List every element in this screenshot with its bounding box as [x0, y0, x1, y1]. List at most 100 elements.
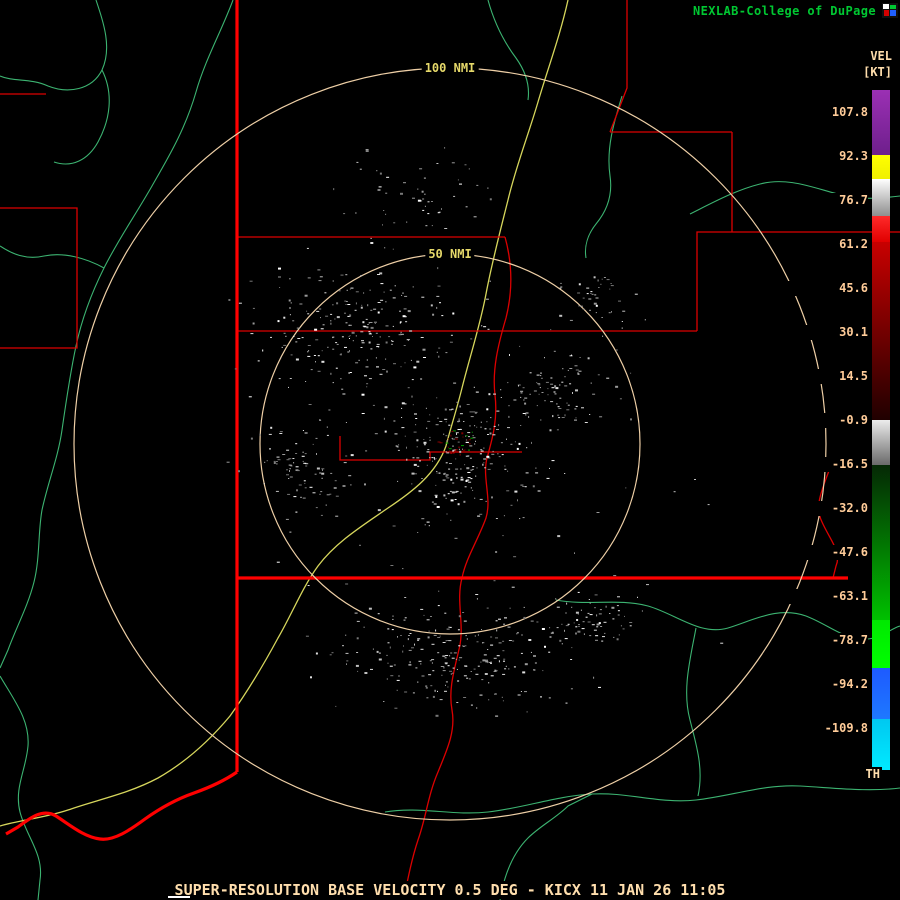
- velocity-bin: [429, 660, 432, 662]
- velocity-bin: [365, 450, 368, 452]
- velocity-bin: [432, 695, 435, 698]
- velocity-bin: [422, 348, 426, 351]
- velocity-bin: [493, 393, 496, 395]
- velocity-bin: [534, 662, 537, 664]
- velocity-bin: [466, 638, 468, 640]
- velocity-bin: [412, 286, 414, 288]
- velocity-bin: [385, 301, 387, 303]
- velocity-bin: [338, 290, 341, 292]
- velocity-bin: [364, 483, 366, 486]
- velocity-bin: [334, 480, 337, 482]
- velocity-bin: [421, 190, 424, 193]
- velocity-bin: [502, 700, 504, 702]
- velocity-bin: [470, 416, 474, 418]
- velocity-bin: [386, 654, 388, 656]
- velocity-bin: [531, 441, 532, 444]
- velocity-bin: [493, 657, 497, 659]
- velocity-bin: [625, 487, 627, 489]
- velocity-bin: [593, 629, 597, 631]
- velocity-bin: [409, 661, 411, 664]
- velocity-bin: [435, 484, 437, 486]
- velocity-bin: [410, 359, 412, 361]
- velocity-bin: [234, 368, 237, 370]
- velocity-bin: [308, 350, 310, 352]
- velocity-bin: [391, 629, 394, 631]
- velocity-bin: [289, 468, 291, 470]
- velocity-bin: [602, 335, 604, 337]
- velocity-bin: [404, 597, 407, 598]
- legend-tick-label: -0.9: [788, 413, 868, 428]
- velocity-bin: [400, 366, 402, 368]
- velocity-bin: [445, 462, 448, 464]
- velocity-bin: [502, 640, 505, 642]
- velocity-bin: [569, 319, 573, 321]
- velocity-bin: [564, 629, 565, 632]
- velocity-bin: [465, 441, 469, 443]
- velocity-bin: [618, 634, 620, 636]
- velocity-bin: [446, 477, 450, 479]
- velocity-bin: [360, 275, 363, 277]
- colorbar-segment: [872, 241, 890, 420]
- velocity-bin: [431, 201, 433, 202]
- velocity-bin: [299, 303, 303, 305]
- velocity-bin: [347, 351, 350, 353]
- velocity-bin: [516, 447, 519, 450]
- velocity-bin: [421, 675, 425, 677]
- velocity-bin: [564, 638, 568, 640]
- velocity-bin: [441, 208, 442, 210]
- velocity-bin: [315, 339, 319, 341]
- velocity-bin: [464, 665, 468, 667]
- velocity-bin: [276, 463, 278, 465]
- velocity-bin: [566, 409, 570, 411]
- velocity-bin: [507, 427, 510, 429]
- radar-map: [0, 0, 900, 900]
- velocity-bin: [546, 477, 550, 479]
- velocity-bin: [376, 343, 380, 345]
- velocity-bin: [437, 605, 440, 607]
- velocity-bin: [468, 678, 471, 680]
- velocity-bin: [408, 664, 412, 666]
- velocity-bin: [473, 668, 476, 670]
- velocity-bin: [419, 168, 423, 170]
- velocity-bin: [358, 359, 360, 361]
- county-river-line: [818, 467, 839, 579]
- velocity-bin: [433, 457, 435, 459]
- velocity-bin: [437, 637, 441, 638]
- velocity-bin: [435, 495, 438, 498]
- velocity-bin: [550, 377, 553, 379]
- velocity-bin: [387, 628, 390, 630]
- velocity-bin: [285, 335, 287, 337]
- velocity-bin: [523, 616, 526, 619]
- velocity-bin: [438, 472, 441, 474]
- velocity-bin: [361, 342, 365, 344]
- velocity-bin: [400, 333, 402, 335]
- velocity-bin: [376, 366, 379, 368]
- velocity-bin: [569, 368, 573, 369]
- velocity-bin: [420, 337, 424, 338]
- velocity-bin: [293, 462, 295, 464]
- velocity-bin: [507, 382, 509, 384]
- velocity-bin: [451, 408, 454, 410]
- velocity-bin: [446, 452, 450, 454]
- velocity-bin: [472, 466, 475, 468]
- velocity-bin: [305, 635, 309, 637]
- velocity-bin: [417, 532, 419, 533]
- velocity-bin: [370, 237, 372, 239]
- velocity-bin: [428, 674, 432, 676]
- legend-tick-label: 107.8: [788, 105, 868, 120]
- velocity-bin: [296, 327, 300, 329]
- velocity-bin: [403, 619, 406, 621]
- velocity-bin: [296, 489, 298, 492]
- velocity-bin: [292, 320, 295, 322]
- velocity-bin: [495, 620, 498, 622]
- velocity-bin: [307, 351, 309, 353]
- velocity-bin: [574, 365, 578, 367]
- velocity-bin: [457, 680, 460, 682]
- velocity-bin: [476, 707, 478, 709]
- velocity-bin: [270, 336, 272, 338]
- velocity-bin: [293, 496, 297, 498]
- velocity-bin: [594, 594, 598, 596]
- velocity-bin: [445, 435, 448, 437]
- velocity-bin: [401, 427, 405, 429]
- velocity-bin: [286, 474, 289, 476]
